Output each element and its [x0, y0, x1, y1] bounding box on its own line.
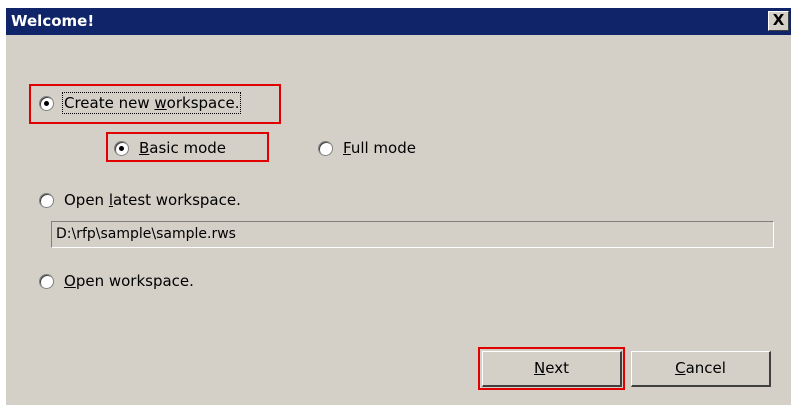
- welcome-dialog: Welcome! X Create new workspace. Basic m…: [6, 8, 791, 405]
- close-icon: X: [772, 11, 785, 29]
- open-latest-workspace-option[interactable]: Open latest workspace.: [39, 191, 241, 209]
- next-button[interactable]: Next: [482, 351, 622, 387]
- title-bar: Welcome! X: [6, 8, 791, 35]
- create-new-workspace-label: Create new workspace.: [61, 92, 242, 114]
- open-workspace-option[interactable]: Open workspace.: [39, 272, 194, 290]
- open-workspace-radio[interactable]: [39, 273, 54, 289]
- close-button[interactable]: X: [768, 11, 789, 31]
- full-mode-radio[interactable]: [318, 140, 333, 156]
- basic-mode-radio[interactable]: [114, 140, 129, 156]
- basic-mode-label: Basic mode: [139, 139, 227, 157]
- basic-mode-option[interactable]: Basic mode: [114, 139, 226, 157]
- full-mode-label: Full mode: [343, 139, 416, 157]
- open-workspace-label: Open workspace.: [64, 272, 194, 290]
- create-new-workspace-radio[interactable]: [39, 95, 54, 111]
- create-new-workspace-option[interactable]: Create new workspace.: [39, 92, 242, 114]
- latest-workspace-path-field[interactable]: D:\rfp\sample\sample.rws: [51, 221, 774, 248]
- open-latest-workspace-label: Open latest workspace.: [64, 191, 241, 209]
- open-latest-workspace-radio[interactable]: [39, 192, 54, 208]
- full-mode-option[interactable]: Full mode: [318, 139, 416, 157]
- dialog-title: Welcome!: [11, 12, 95, 30]
- cancel-button[interactable]: Cancel: [631, 351, 771, 387]
